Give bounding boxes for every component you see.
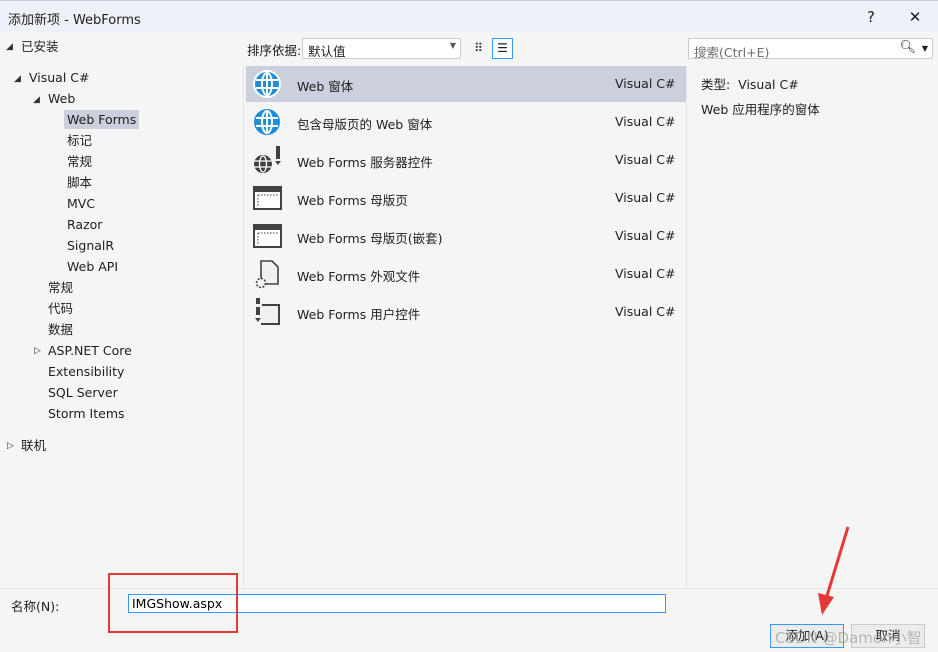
- template-language: Visual C#: [615, 76, 676, 91]
- tree-item-online[interactable]: 联机: [21, 436, 46, 455]
- server-control-icon: [254, 146, 281, 173]
- annotation-box: [108, 573, 238, 633]
- chevron-down-icon: ▼: [449, 41, 456, 50]
- tree-item-aspnet-core[interactable]: ASP.NET Core: [48, 341, 132, 360]
- template-name: 包含母版页的 Web 窗体: [297, 117, 433, 132]
- collapsed-arrow-icon[interactable]: ▷: [34, 346, 41, 356]
- details-panel: 类型: Visual C# Web 应用程序的窗体: [701, 72, 820, 122]
- tree-item[interactable]: Web API: [67, 257, 118, 276]
- template-name: Web 窗体: [297, 79, 354, 94]
- help-button[interactable]: ?: [856, 5, 886, 29]
- master-page-icon: [253, 186, 282, 210]
- tree-item[interactable]: 数据: [48, 320, 73, 339]
- window-title: 添加新项 - WebForms: [8, 13, 141, 28]
- watermark: CSDN @Damon小智: [775, 629, 922, 647]
- globe-icon: [253, 70, 281, 98]
- tree-item-web-forms[interactable]: Web Forms: [64, 110, 140, 129]
- template-language: Visual C#: [615, 190, 676, 205]
- close-button[interactable]: ✕: [900, 5, 930, 29]
- tree-item-installed[interactable]: 已安装: [21, 37, 59, 56]
- tree-item[interactable]: SQL Server: [48, 383, 118, 402]
- category-tree: ◢ 已安装 ◢ Visual C# ◢ Web Web Forms 标记 常规 …: [0, 32, 243, 588]
- search-input[interactable]: 搜索(Ctrl+E) 🔍︎ ▼: [688, 38, 933, 60]
- tree-item[interactable]: Extensibility: [48, 362, 124, 381]
- template-description: Web 应用程序的窗体: [701, 102, 820, 117]
- tree-item[interactable]: SignalR: [67, 236, 114, 255]
- type-value: Visual C#: [738, 77, 799, 92]
- list-item[interactable]: Web Forms 外观文件 Visual C#: [246, 256, 686, 292]
- tree-item-visual-csharp[interactable]: Visual C#: [29, 68, 90, 87]
- list-item[interactable]: Web 窗体 Visual C#: [246, 66, 686, 102]
- master-page-icon: [253, 224, 282, 248]
- template-language: Visual C#: [615, 152, 676, 167]
- search-placeholder: 搜索(Ctrl+E): [694, 45, 770, 60]
- template-name: Web Forms 用户控件: [297, 307, 421, 322]
- expanded-arrow-icon[interactable]: ◢: [6, 42, 13, 52]
- title-bar: 添加新项 - WebForms ? ✕: [0, 0, 938, 32]
- sort-select[interactable]: 默认值 ▼: [302, 38, 461, 59]
- list-item[interactable]: Web Forms 用户控件 Visual C#: [246, 294, 686, 330]
- template-language: Visual C#: [615, 304, 676, 319]
- template-name: Web Forms 母版页(嵌套): [297, 231, 443, 246]
- template-language: Visual C#: [615, 228, 676, 243]
- tree-item[interactable]: 脚本: [67, 173, 92, 192]
- skin-file-icon: [255, 260, 279, 289]
- expanded-arrow-icon[interactable]: ◢: [14, 74, 21, 84]
- list-item[interactable]: Web Forms 服务器控件 Visual C#: [246, 142, 686, 178]
- template-name: Web Forms 服务器控件: [297, 155, 433, 170]
- tree-item-web[interactable]: Web: [48, 89, 75, 108]
- template-list: Web 窗体 Visual C# 包含母版页的 Web 窗体 Visual C#…: [243, 66, 687, 588]
- template-language: Visual C#: [615, 266, 676, 281]
- expanded-arrow-icon[interactable]: ◢: [33, 95, 40, 105]
- list-item[interactable]: 包含母版页的 Web 窗体 Visual C#: [246, 104, 686, 140]
- template-language: Visual C#: [615, 114, 676, 129]
- template-name: Web Forms 母版页: [297, 193, 408, 208]
- search-icon[interactable]: 🔍︎: [899, 40, 916, 55]
- sort-value: 默认值: [308, 44, 346, 59]
- template-name: Web Forms 外观文件: [297, 269, 421, 284]
- tree-item[interactable]: Storm Items: [48, 404, 125, 423]
- annotation-arrow-icon: [818, 526, 850, 615]
- name-label: 名称(N):: [11, 599, 60, 614]
- sort-label: 排序依据:: [247, 43, 302, 58]
- tree-item[interactable]: 常规: [48, 278, 73, 297]
- globe-icon: [254, 109, 280, 135]
- grid-view-button[interactable]: ⠿: [468, 38, 489, 59]
- user-control-icon: [255, 298, 280, 325]
- list-item[interactable]: Web Forms 母版页(嵌套) Visual C#: [246, 218, 686, 254]
- tree-item[interactable]: 常规: [67, 152, 92, 171]
- tree-item[interactable]: Razor: [67, 215, 102, 234]
- list-view-button[interactable]: ☰: [492, 38, 513, 59]
- tree-item[interactable]: MVC: [67, 194, 95, 213]
- list-item[interactable]: Web Forms 母版页 Visual C#: [246, 180, 686, 216]
- chevron-down-icon[interactable]: ▼: [922, 44, 928, 53]
- type-label: 类型:: [701, 77, 731, 92]
- collapsed-arrow-icon[interactable]: ▷: [7, 441, 14, 451]
- tree-item[interactable]: 标记: [67, 131, 92, 150]
- tree-item[interactable]: 代码: [48, 299, 73, 318]
